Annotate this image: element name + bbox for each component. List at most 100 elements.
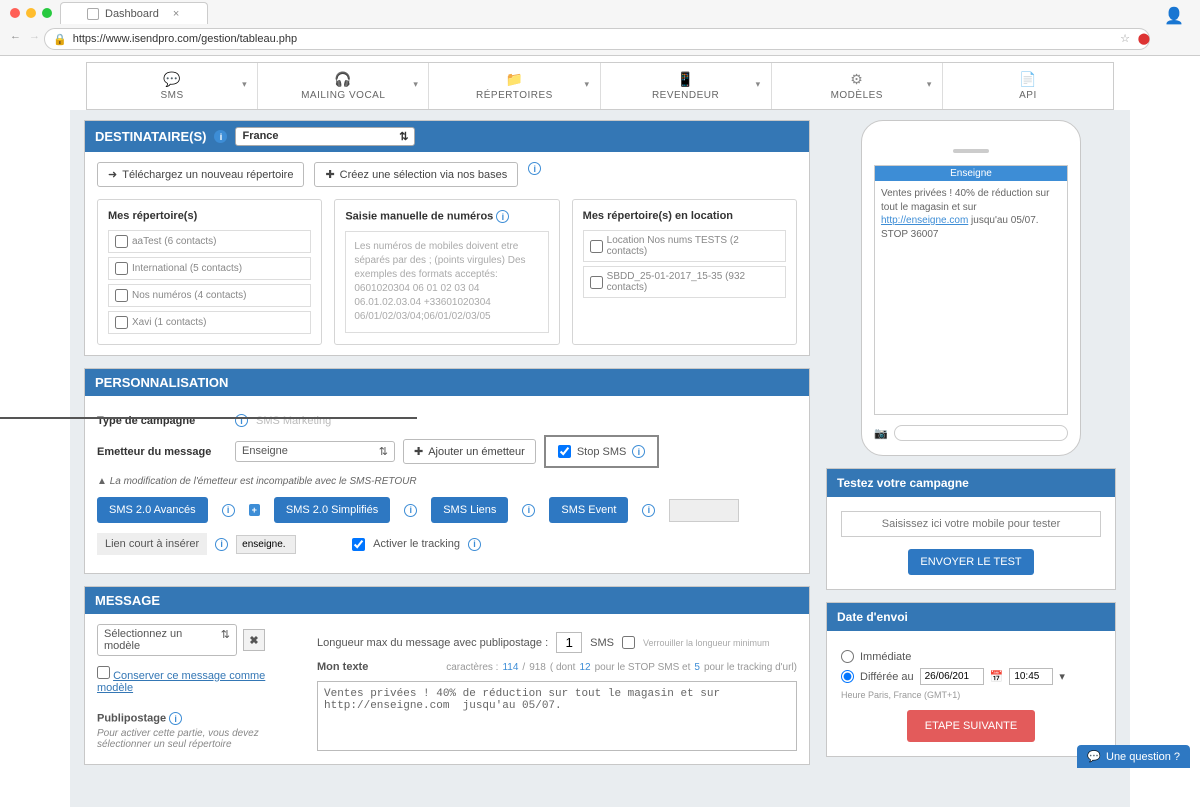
info-icon[interactable]: i — [642, 504, 655, 517]
clear-model-button[interactable]: ✖ — [243, 629, 265, 651]
sms-stop: STOP 36007 — [881, 229, 938, 240]
chat-icon: 💬 — [1087, 750, 1101, 763]
lock-length-label: Verrouiller la longueur minimum — [643, 638, 770, 648]
info-icon[interactable]: i — [522, 504, 535, 517]
minimize-window-icon[interactable] — [26, 8, 36, 18]
lien-court-input[interactable] — [236, 535, 296, 554]
info-icon[interactable]: i — [215, 538, 228, 551]
loc-checkbox[interactable] — [590, 240, 603, 253]
location-item[interactable]: Location Nos nums TESTS (2 contacts) — [583, 230, 786, 262]
next-step-button[interactable]: ETAPE SUIVANTE — [907, 710, 1036, 742]
chevron-down-icon[interactable]: ▾ — [1059, 670, 1065, 683]
profile-icon[interactable]: 👤 — [1164, 6, 1184, 26]
back-icon[interactable]: ← — [10, 30, 21, 43]
phone-speaker-icon — [953, 149, 989, 153]
window-controls[interactable] — [10, 8, 52, 18]
timezone-label: Heure Paris, France (GMT+1) — [841, 690, 1101, 700]
add-emetteur-button[interactable]: ✚Ajouter un émetteur — [403, 439, 536, 464]
sms-preview-body: Ventes privées ! 40% de réduction sur to… — [875, 181, 1067, 247]
differee-radio[interactable] — [841, 670, 854, 683]
nav-label: MAILING VOCAL — [301, 90, 385, 101]
pinterest-icon[interactable]: ⬤ — [1138, 32, 1150, 45]
rep-checkbox[interactable] — [115, 316, 128, 329]
mobile-icon: 📱 — [605, 71, 767, 88]
calendar-icon[interactable]: 📅 — [990, 670, 1004, 683]
save-model-checkbox[interactable] — [97, 666, 110, 679]
close-window-icon[interactable] — [10, 8, 20, 18]
folder-icon: 📁 — [433, 71, 595, 88]
sms-avances-button[interactable]: SMS 2.0 Avancés — [97, 497, 208, 523]
location-item[interactable]: SBDD_25-01-2017_15-35 (932 contacts) — [583, 266, 786, 298]
address-bar[interactable]: 🔒 https://www.isendpro.com/gestion/table… — [44, 28, 1150, 50]
nav-mailing[interactable]: 🎧MAILING VOCAL▾ — [258, 63, 429, 109]
publipostage-help: Pour activer cette partie, vous devez sé… — [97, 728, 297, 750]
send-test-button[interactable]: ENVOYER LE TEST — [908, 549, 1033, 575]
numeros-textarea[interactable]: Les numéros de mobiles doivent etre sépa… — [345, 231, 548, 333]
publipostage-label: Publipostage — [97, 713, 166, 725]
forward-icon[interactable]: → — [29, 30, 40, 43]
longueur-label: Longueur max du message avec publipostag… — [317, 637, 548, 649]
plus-icon: ✚ — [325, 168, 334, 181]
loc-checkbox[interactable] — [590, 276, 603, 289]
info-icon[interactable]: i — [468, 538, 481, 551]
lock-length-checkbox[interactable] — [622, 636, 635, 649]
sms-liens-button[interactable]: SMS Liens — [431, 497, 508, 523]
save-model-link[interactable]: Conserver ce message comme modèle — [97, 670, 265, 694]
differee-label: Différée au — [860, 671, 914, 683]
repertoire-item[interactable]: aaTest (6 contacts) — [108, 230, 311, 253]
longueur-input[interactable] — [556, 632, 582, 653]
info-icon[interactable]: i — [222, 504, 235, 517]
info-icon[interactable]: i — [404, 504, 417, 517]
rep-checkbox[interactable] — [115, 289, 128, 302]
tab-close-icon[interactable]: × — [173, 8, 179, 20]
tracking-checkbox[interactable] — [352, 538, 365, 551]
time-input[interactable] — [1009, 668, 1053, 685]
browser-tab[interactable]: Dashboard × — [60, 2, 208, 24]
country-select[interactable]: France ⇅ — [235, 127, 415, 146]
rep-checkbox[interactable] — [115, 235, 128, 248]
sms-simplifies-button[interactable]: SMS 2.0 Simplifiés — [274, 497, 390, 523]
btn-label: Téléchargez un nouveau répertoire — [122, 169, 293, 181]
nav-label: RÉPERTOIRES — [476, 90, 553, 101]
main-nav: 💬SMS▾ 🎧MAILING VOCAL▾ 📁RÉPERTOIRES▾ 📱REV… — [86, 62, 1114, 110]
bookmark-icon[interactable]: ☆ — [1120, 32, 1130, 45]
stop-sms-checkbox[interactable] — [558, 445, 571, 458]
info-icon[interactable]: i — [214, 130, 227, 143]
country-value: France — [242, 130, 278, 143]
tab-favicon-icon — [87, 8, 99, 20]
emetteur-select[interactable]: Enseigne⇅ — [235, 441, 395, 462]
maximize-window-icon[interactable] — [42, 8, 52, 18]
test-mobile-input[interactable] — [841, 511, 1101, 537]
create-selection-button[interactable]: ✚Créez une sélection via nos bases — [314, 162, 518, 187]
info-icon[interactable]: i — [169, 712, 182, 725]
upload-repertoire-button[interactable]: ➜Téléchargez un nouveau répertoire — [97, 162, 304, 187]
repertoire-item[interactable]: Xavi (1 contacts) — [108, 311, 311, 334]
info-icon[interactable]: i — [235, 414, 248, 427]
repertoire-item[interactable]: Nos numéros (4 contacts) — [108, 284, 311, 307]
sms-unit: SMS — [590, 637, 614, 649]
info-icon[interactable]: i — [496, 210, 509, 223]
nav-api[interactable]: 📄API — [943, 63, 1113, 109]
chat-icon: 💬 — [91, 71, 253, 88]
nav-repertoires[interactable]: 📁RÉPERTOIRES▾ — [429, 63, 600, 109]
nav-revendeur[interactable]: 📱REVENDEUR▾ — [601, 63, 772, 109]
event-input[interactable] — [669, 499, 739, 522]
box-title: Mes répertoire(s) — [108, 210, 311, 222]
emetteur-label: Emetteur du message — [97, 446, 227, 458]
rep-checkbox[interactable] — [115, 262, 128, 275]
nav-modeles[interactable]: ⚙MODÈLES▾ — [772, 63, 943, 109]
nav-sms[interactable]: 💬SMS▾ — [87, 63, 258, 109]
nav-label: REVENDEUR — [652, 90, 719, 101]
info-icon[interactable]: i — [632, 445, 645, 458]
panel-header: Testez votre campagne — [827, 469, 1115, 497]
info-icon[interactable]: i — [528, 162, 541, 175]
message-textarea[interactable] — [317, 681, 797, 751]
date-input[interactable] — [920, 668, 984, 685]
repertoire-item[interactable]: International (5 contacts) — [108, 257, 311, 280]
immediate-radio[interactable] — [841, 650, 854, 663]
rep-label: aaTest (6 contacts) — [132, 236, 216, 247]
sms-event-button[interactable]: SMS Event — [549, 497, 628, 523]
chat-widget[interactable]: 💬 Une question ? — [1077, 745, 1190, 768]
model-select[interactable]: Sélectionnez un modèle⇅ — [97, 624, 237, 656]
document-icon: 📄 — [947, 71, 1109, 88]
